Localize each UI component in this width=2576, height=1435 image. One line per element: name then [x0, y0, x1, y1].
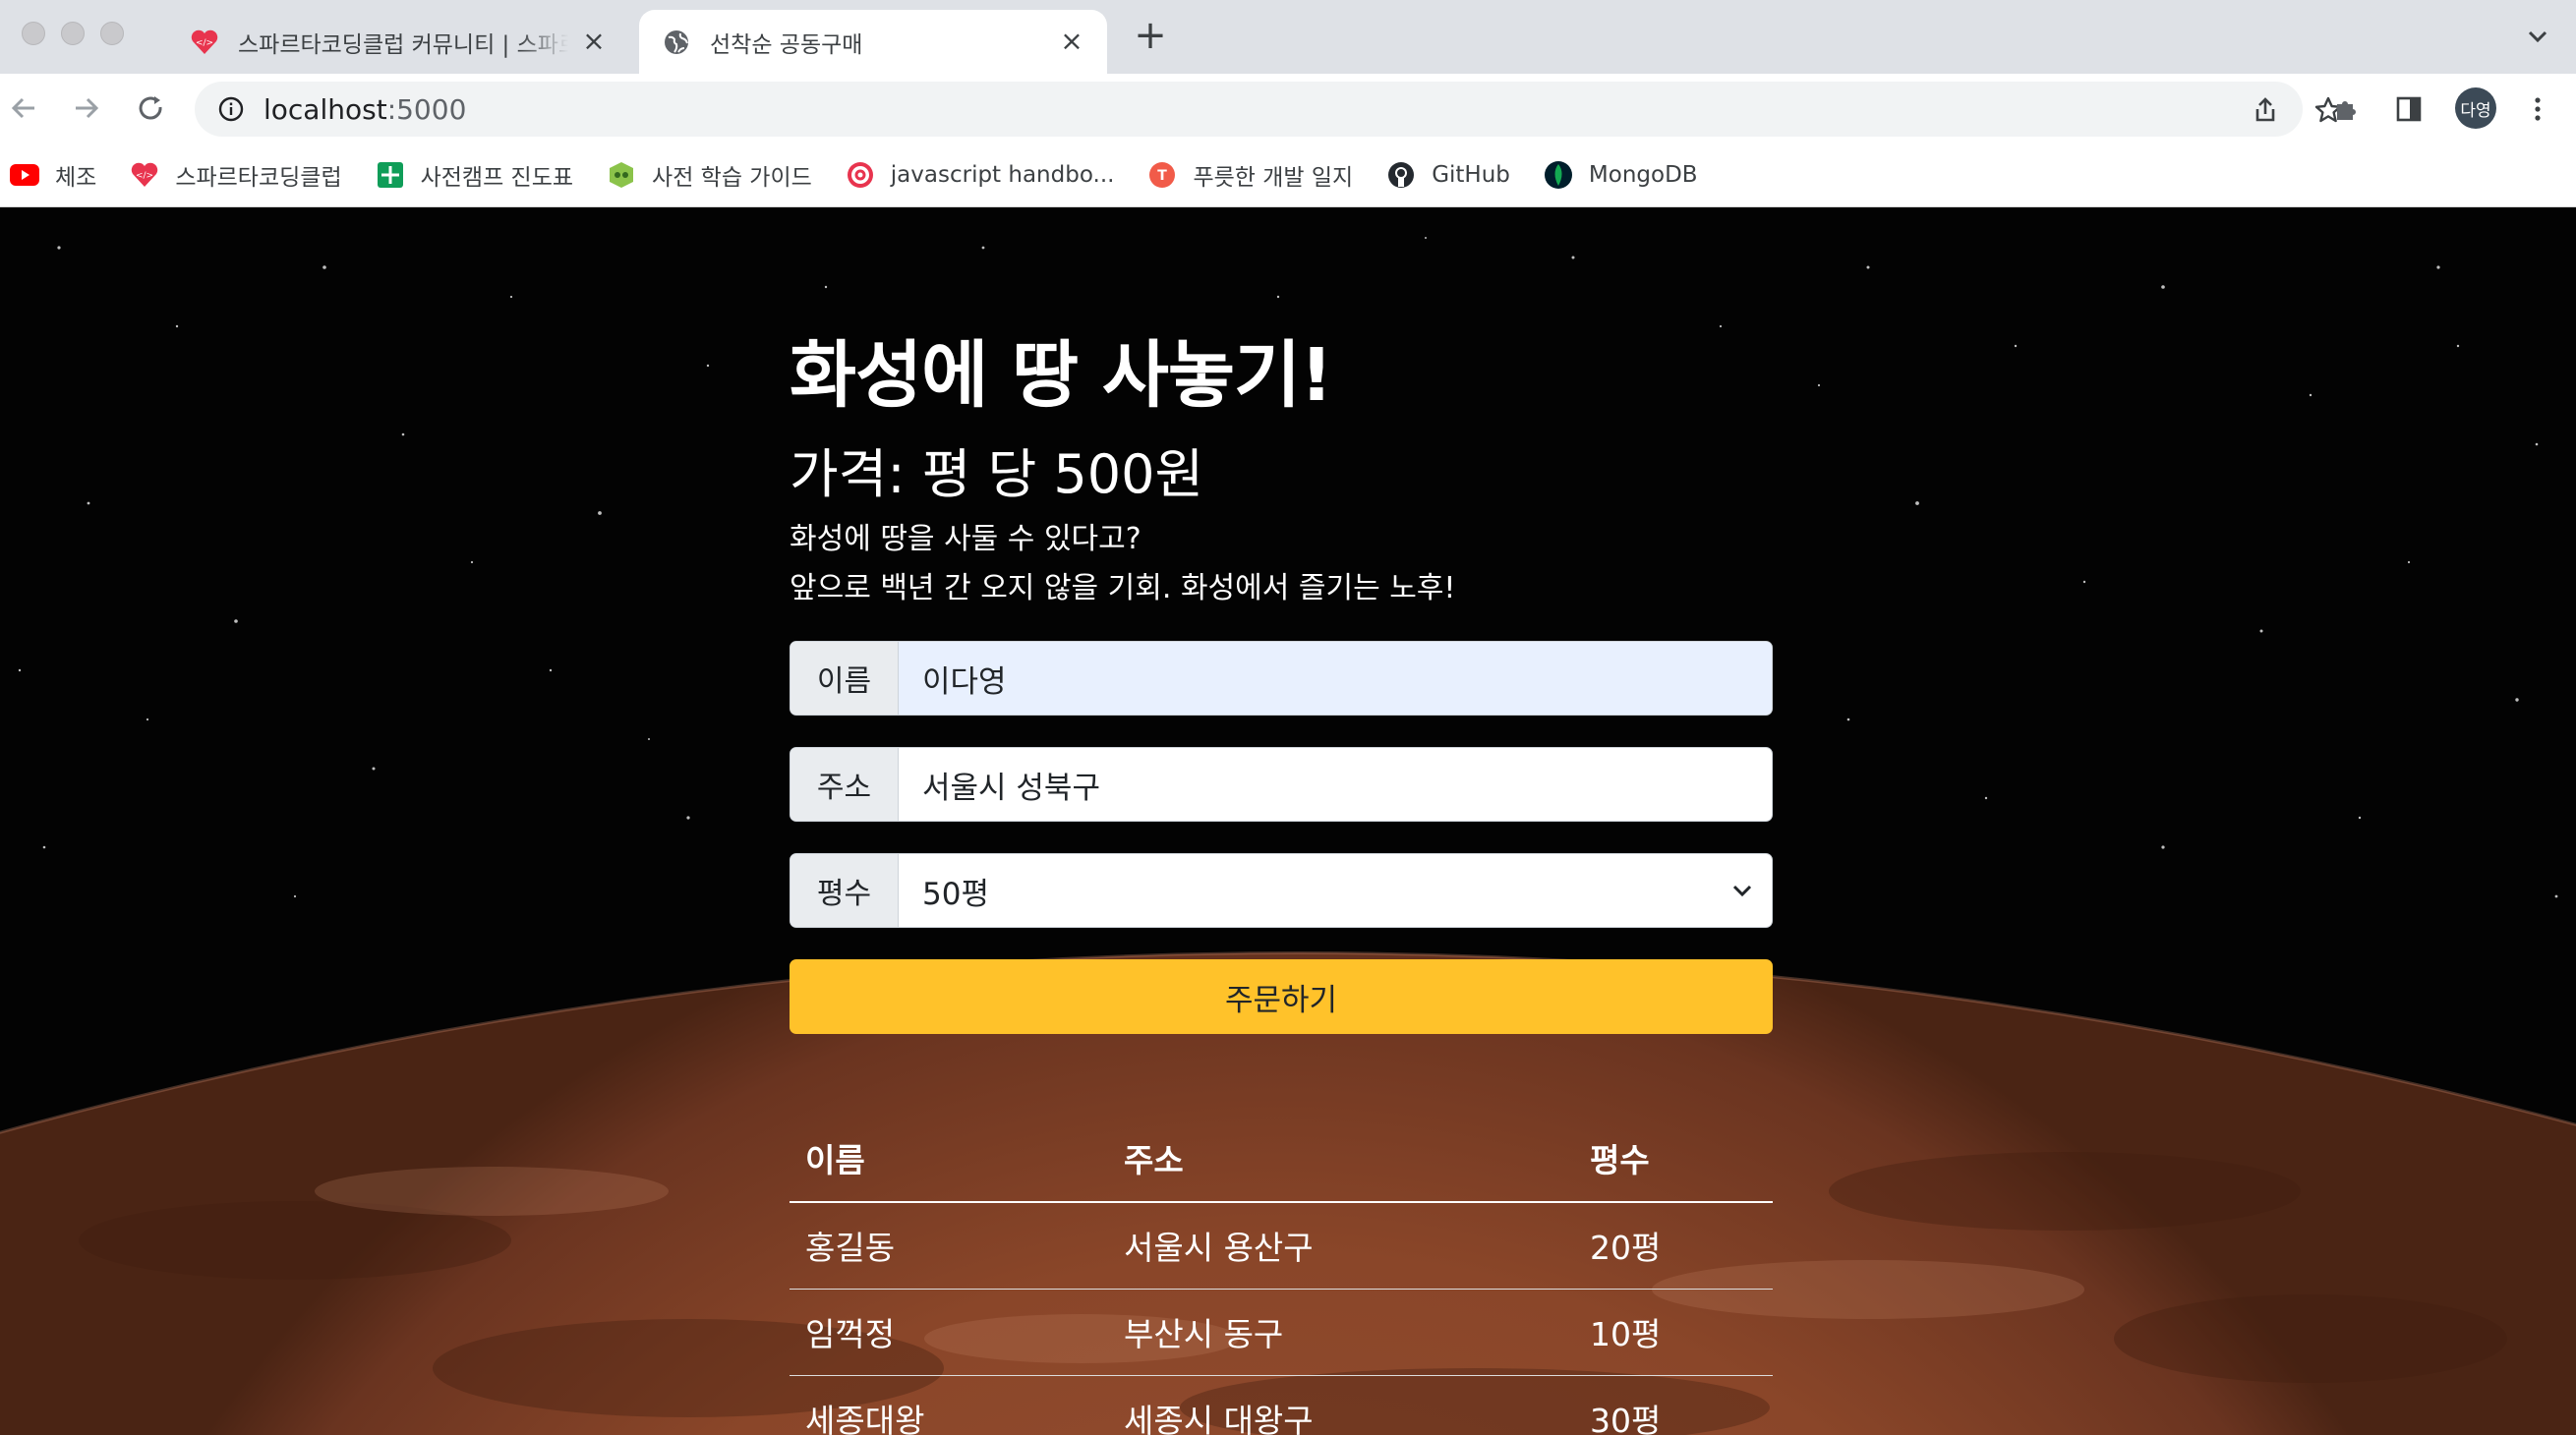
- name-label: 이름: [790, 642, 899, 715]
- bookmark-item[interactable]: </> 스파르타코딩클럽: [130, 158, 342, 192]
- column-header: 주소: [1108, 1124, 1574, 1203]
- chevron-down-icon[interactable]: [1713, 854, 1772, 927]
- table-cell: 30평: [1574, 1375, 1773, 1435]
- name-input[interactable]: 이다영: [899, 642, 1772, 715]
- bookmark-item[interactable]: 체조: [10, 158, 96, 192]
- tab-title: 스파르타코딩클럽 커뮤니티 | 스파르타코딩클럽: [238, 31, 568, 58]
- bookmark-item[interactable]: T 푸릇한 개발 일지: [1147, 158, 1353, 192]
- browser-toolbar: localhost:5000 다영: [0, 74, 2576, 143]
- youtube-icon: [10, 160, 39, 190]
- table-row: 세종대왕 세종시 대왕구 30평: [790, 1375, 1773, 1435]
- share-icon[interactable]: [2250, 94, 2281, 126]
- tab-title: 선착순 공동구매: [710, 31, 863, 58]
- orders-table: 이름 주소 평수 홍길동 서울시 용산구 20평 임꺽정 부산시 동구 10평 …: [790, 1124, 1773, 1435]
- table-header-row: 이름 주소 평수: [790, 1124, 1773, 1203]
- window-minimize-dot[interactable]: [61, 22, 85, 45]
- site-info-icon[interactable]: [216, 94, 246, 124]
- velog-icon: T: [1147, 160, 1177, 190]
- extensions-puzzle-icon[interactable]: [2330, 92, 2364, 126]
- close-tab-icon[interactable]: ×: [580, 27, 608, 56]
- address-bar[interactable]: localhost:5000: [195, 82, 2342, 137]
- more-menu-icon[interactable]: [2521, 92, 2554, 126]
- url-text: localhost:5000: [263, 92, 467, 126]
- address-input[interactable]: 서울시 성북구: [899, 748, 1772, 821]
- table-row: 임꺽정 부산시 동구 10평: [790, 1289, 1773, 1376]
- table-cell: 10평: [1574, 1289, 1773, 1376]
- size-select[interactable]: 50평: [899, 854, 1713, 927]
- column-header: 평수: [1574, 1124, 1773, 1203]
- reload-icon[interactable]: [134, 90, 169, 126]
- address-field-group: 주소 서울시 성북구: [790, 747, 1773, 822]
- sheets-icon: [376, 160, 405, 190]
- address-label: 주소: [790, 748, 899, 821]
- window-zoom-dot[interactable]: [100, 22, 124, 45]
- browser-tab-strip: </> 스파르타코딩클럽 커뮤니티 | 스파르타코딩클럽 × 선착순 공동구매 …: [0, 0, 2576, 74]
- size-field-group: 평수 50평: [790, 853, 1773, 928]
- table-cell: 임꺽정: [790, 1289, 1108, 1376]
- notion-like-icon: [607, 160, 636, 190]
- page-title: 화성에 땅 사놓기!: [790, 333, 1333, 418]
- github-icon: [1386, 160, 1416, 190]
- svg-text:T: T: [1158, 168, 1168, 184]
- bookmark-item[interactable]: 사전캠프 진도표: [376, 158, 573, 192]
- sparta-icon: </>: [130, 160, 159, 190]
- svg-text:</>: </>: [196, 38, 213, 48]
- close-tab-icon[interactable]: ×: [1058, 27, 1085, 56]
- mongodb-icon: [1544, 160, 1573, 190]
- table-cell: 세종시 대왕구: [1108, 1375, 1574, 1435]
- table-cell: 20평: [1574, 1202, 1773, 1290]
- price-heading: 가격: 평 당 500원: [790, 443, 1204, 505]
- new-tab-plus-icon[interactable]: +: [1131, 16, 1170, 57]
- bookmark-item[interactable]: 사전 학습 가이드: [607, 158, 812, 192]
- tab-search-chevron-icon[interactable]: [2523, 22, 2552, 51]
- description-line: 화성에 땅을 사둘 수 있다고?: [790, 522, 1142, 556]
- table-cell: 홍길동: [790, 1202, 1108, 1290]
- forward-arrow-icon[interactable]: [69, 90, 104, 126]
- profile-avatar[interactable]: 다영: [2455, 87, 2496, 129]
- bookmark-item[interactable]: GitHub: [1386, 160, 1510, 190]
- tab-group-buy[interactable]: 선착순 공동구매 ×: [639, 10, 1107, 74]
- column-header: 이름: [790, 1124, 1108, 1203]
- order-button[interactable]: 주문하기: [790, 959, 1773, 1034]
- description-line: 앞으로 백년 간 오지 않을 기회. 화성에서 즐기는 노후!: [790, 571, 1456, 605]
- target-icon: [846, 160, 875, 190]
- window-close-dot[interactable]: [22, 22, 45, 45]
- page-background: 화성에 땅 사놓기! 가격: 평 당 500원 화성에 땅을 사둘 수 있다고?…: [0, 208, 2576, 1435]
- sparta-icon: </>: [189, 27, 220, 58]
- bookmark-item[interactable]: javascript handbo...: [846, 160, 1114, 190]
- table-row: 홍길동 서울시 용산구 20평: [790, 1202, 1773, 1290]
- globe-icon: [661, 27, 692, 58]
- name-field-group: 이름 이다영: [790, 641, 1773, 716]
- size-label: 평수: [790, 854, 899, 927]
- back-arrow-icon[interactable]: [6, 90, 41, 126]
- tab-sparta-community[interactable]: </> 스파르타코딩클럽 커뮤니티 | 스파르타코딩클럽 ×: [167, 10, 629, 74]
- bookmarks-bar: 체조 </> 스파르타코딩클럽 사전캠프 진도표 사전 학습 가이드 javas…: [0, 143, 2576, 207]
- bookmark-item[interactable]: MongoDB: [1544, 160, 1698, 190]
- table-cell: 세종대왕: [790, 1375, 1108, 1435]
- side-panel-icon[interactable]: [2392, 92, 2426, 126]
- table-cell: 부산시 동구: [1108, 1289, 1574, 1376]
- description: 화성에 땅을 사둘 수 있다고? 앞으로 백년 간 오지 않을 기회. 화성에서…: [790, 515, 1455, 613]
- svg-text:</>: </>: [136, 171, 153, 181]
- table-cell: 서울시 용산구: [1108, 1202, 1574, 1290]
